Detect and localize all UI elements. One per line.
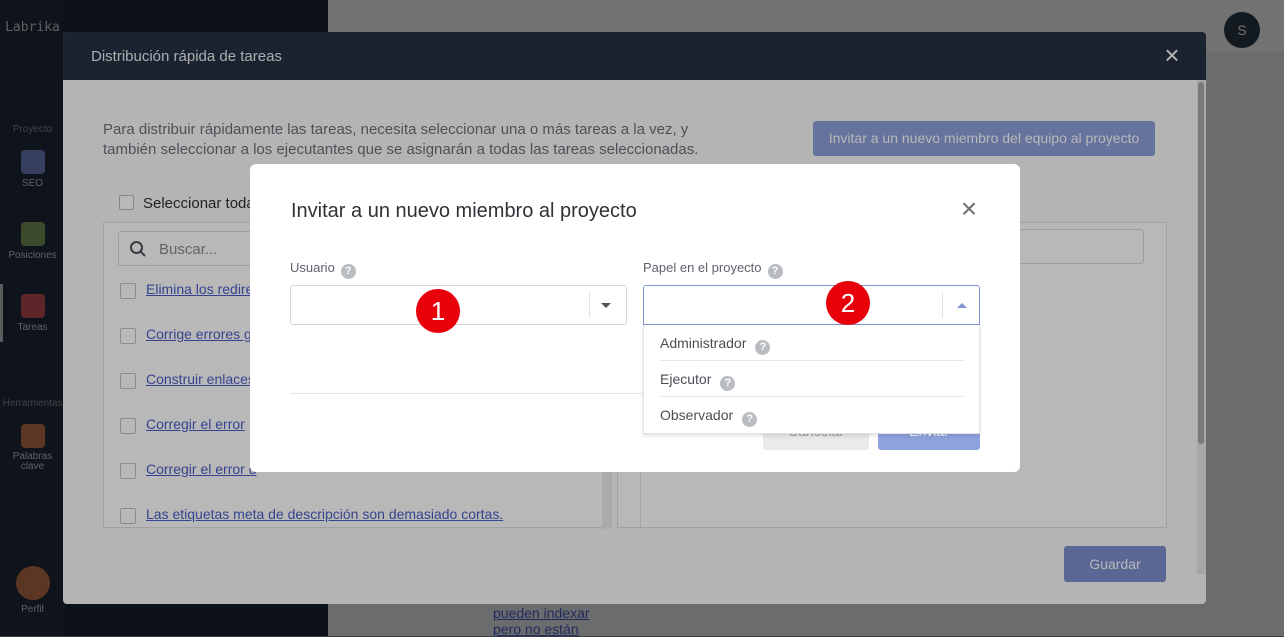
- role-option-administrador[interactable]: Administrador?: [660, 325, 964, 361]
- role-label-text: Papel en el proyecto: [643, 260, 762, 275]
- help-icon[interactable]: ?: [755, 340, 771, 355]
- user-label-text: Usuario: [290, 260, 335, 275]
- role-option-ejecutor[interactable]: Ejecutor?: [660, 361, 964, 397]
- step-marker-1: 1: [416, 289, 460, 333]
- user-field-label: Usuario?: [290, 260, 356, 279]
- role-option-label: Administrador: [660, 335, 747, 351]
- role-option-label: Ejecutor: [660, 371, 712, 387]
- invite-modal-title: Invitar a un nuevo miembro al proyecto: [291, 200, 637, 222]
- role-select[interactable]: [643, 285, 980, 325]
- role-field-label: Papel en el proyecto?: [643, 260, 783, 279]
- select-separator: [942, 292, 943, 318]
- role-dropdown-menu: Administrador? Ejecutor? Observador?: [643, 325, 980, 434]
- chevron-up-icon[interactable]: [957, 303, 967, 308]
- role-option-observador[interactable]: Observador?: [660, 397, 964, 433]
- chevron-down-icon[interactable]: [601, 303, 611, 308]
- help-icon[interactable]: ?: [340, 264, 356, 279]
- role-option-label: Observador: [660, 407, 734, 423]
- help-icon[interactable]: ?: [720, 376, 736, 391]
- step-marker-2: 2: [826, 281, 870, 325]
- help-icon[interactable]: ?: [742, 412, 758, 427]
- help-icon[interactable]: ?: [767, 264, 783, 279]
- close-icon[interactable]: ×: [958, 195, 980, 223]
- select-separator: [589, 292, 590, 318]
